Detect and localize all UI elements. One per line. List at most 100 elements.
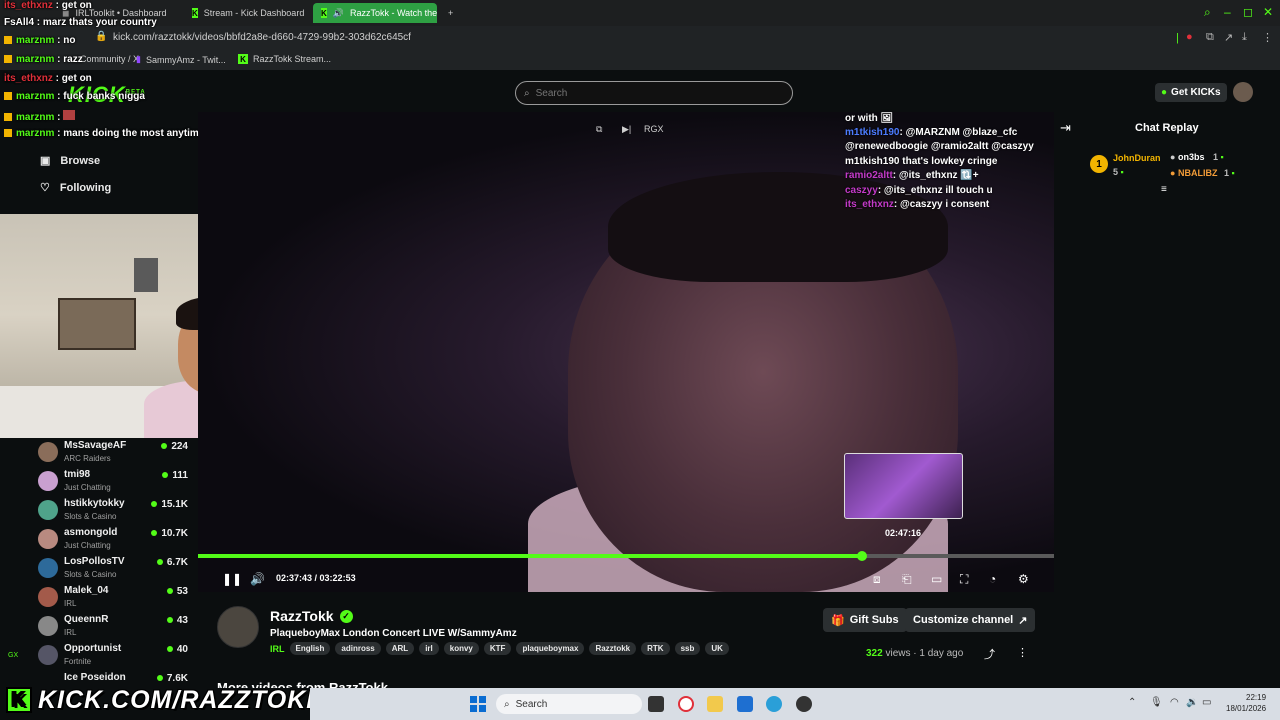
menu-dots-icon[interactable]: ⋮: [1262, 31, 1273, 44]
tag[interactable]: plaqueboymax: [516, 642, 585, 655]
url-field[interactable]: kick.com/razztokk/videos/bbfd2a8e-d660-4…: [113, 32, 411, 43]
channel-avatar[interactable]: [217, 606, 259, 648]
recipient-item[interactable]: ● NBALIBZ 1 ▪: [1170, 168, 1235, 178]
nav-following[interactable]: ♡ Following: [40, 181, 111, 195]
pause-icon[interactable]: ❚❚: [222, 572, 242, 586]
tray-chevron-icon[interactable]: ⌃: [1128, 697, 1136, 708]
tab-kick-dashboard[interactable]: K Stream - Kick Dashboard: [184, 3, 308, 23]
maximize-icon[interactable]: ◻: [1243, 5, 1253, 19]
clip-icon[interactable]: ⎗: [902, 572, 912, 587]
opera-icon[interactable]: [678, 696, 694, 712]
following-item[interactable]: QueennR IRL 43: [38, 612, 188, 641]
close-icon[interactable]: ✕: [1263, 5, 1273, 19]
fullscreen-icon[interactable]: ⛶: [960, 572, 968, 587]
following-item[interactable]: Malek_04 IRL 53: [38, 583, 188, 612]
store-icon[interactable]: [737, 696, 753, 712]
share-icon[interactable]: ⤴: [984, 646, 995, 662]
channel-name[interactable]: RazzTokk ✓: [270, 608, 353, 624]
tab-razztokk[interactable]: K 🔊 RazzTokk - Watch the: [313, 3, 437, 23]
tag[interactable]: UK: [705, 642, 729, 655]
theater-mode-icon[interactable]: ▭: [931, 572, 942, 586]
overlay-chat-line: its_ethxnz : get on: [4, 73, 92, 84]
speed-icon[interactable]: ◔: [989, 572, 996, 586]
chat-replay-panel: [1054, 112, 1280, 688]
clock[interactable]: 22:19 18/01/2026: [1226, 692, 1266, 714]
gifter-name[interactable]: JohnDuran: [1113, 153, 1161, 163]
volume-icon[interactable]: 🔊: [250, 572, 265, 586]
popout-icon[interactable]: ⧉: [596, 124, 602, 135]
following-item[interactable]: Opportunist Fortnite 40: [38, 641, 188, 670]
file-explorer-icon[interactable]: [707, 696, 723, 712]
gift-subs-button[interactable]: 🎁 Gift Subs: [823, 608, 907, 632]
avatar: [38, 500, 58, 520]
tag[interactable]: RTK: [641, 642, 670, 655]
customize-channel-button[interactable]: Customize channel ↗: [905, 608, 1036, 632]
following-item[interactable]: hstikkytokky Slots & Casino 15.1K: [38, 496, 188, 525]
download-icon[interactable]: ⤓: [1242, 31, 1247, 44]
tag[interactable]: Razztokk: [589, 642, 637, 655]
edge-icon[interactable]: [766, 696, 782, 712]
bookmark-razztokk[interactable]: K RazzTokk Stream...: [238, 54, 331, 64]
skip-icon[interactable]: ▶|: [622, 124, 631, 135]
following-item[interactable]: MsSavageAF ARC Raiders 224: [38, 438, 188, 467]
live-dot-icon: [156, 675, 163, 681]
search-icon[interactable]: ⌕: [1204, 5, 1211, 20]
crown-badge-icon: [4, 113, 12, 122]
live-dot-icon: [151, 530, 158, 536]
collapse-chat-icon[interactable]: ⇥: [1060, 120, 1071, 136]
tag[interactable]: English: [289, 642, 331, 655]
tag[interactable]: ssb: [674, 642, 701, 655]
taskbar-search[interactable]: ⌕ Search: [496, 694, 642, 714]
task-view-icon[interactable]: [648, 696, 664, 712]
tag[interactable]: KTF: [483, 642, 512, 655]
following-item[interactable]: Ice Poseidon 7.6K: [38, 670, 188, 684]
tag[interactable]: ARL: [385, 642, 415, 655]
battery-icon[interactable]: ▭: [1202, 697, 1211, 708]
recipient-item[interactable]: ● on3bs 1 ▪: [1170, 152, 1224, 162]
extensions-icon[interactable]: ⧉: [1206, 31, 1214, 44]
wifi-icon[interactable]: ◠: [1170, 697, 1179, 708]
speaker-icon[interactable]: 🔉: [1186, 697, 1198, 708]
search-input[interactable]: [535, 87, 756, 99]
verified-icon: ✓: [339, 609, 353, 623]
following-item[interactable]: tmi98 Just Chatting 111: [38, 467, 188, 496]
live-dot-icon: [166, 588, 173, 594]
video-player[interactable]: [198, 112, 1054, 592]
microphone-icon[interactable]: 🎙: [1150, 697, 1163, 708]
tag[interactable]: konvy: [443, 642, 479, 655]
tag[interactable]: irl: [419, 642, 439, 655]
left-badge: GX: [8, 652, 19, 659]
windows-start-icon[interactable]: [470, 696, 486, 712]
kicks-coin-icon: ●: [1161, 87, 1168, 98]
user-avatar[interactable]: [1233, 82, 1253, 102]
gifter-count: 5 ▪: [1113, 167, 1124, 177]
progress-handle[interactable]: [857, 551, 867, 561]
following-item[interactable]: LosPollosTV Slots & Casino 6.7K: [38, 554, 188, 583]
following-item[interactable]: asmongold Just Chatting 10.7K: [38, 525, 188, 554]
new-tab-button[interactable]: +: [440, 3, 461, 23]
bookmark-sammyamz[interactable]: ▮ SammyAmz - Twit...: [136, 54, 226, 65]
rank-badge: 1: [1090, 155, 1108, 173]
live-dot-icon: [166, 646, 173, 652]
time-display: 02:37:43 / 03:22:53: [276, 573, 356, 583]
search-bar[interactable]: ⌕: [515, 81, 793, 105]
nav-browse[interactable]: ▣ Browse: [40, 154, 100, 168]
crown-badge-icon: [4, 36, 12, 45]
adblock-icon[interactable]: ●: [1186, 31, 1193, 43]
tag[interactable]: adinross: [335, 642, 381, 655]
category-link[interactable]: IRL: [270, 644, 285, 654]
get-kicks-button[interactable]: ● Get KICKs: [1155, 83, 1227, 102]
video-chat-line: caszyy: @its_ethxnz ill touch u: [845, 185, 993, 196]
obs-icon[interactable]: [796, 696, 812, 712]
more-options-icon[interactable]: ⋮: [1017, 646, 1028, 659]
gift-icon: ●: [1170, 152, 1176, 162]
divider-icon: |: [1176, 32, 1179, 44]
filter-icon[interactable]: ≡: [1161, 184, 1167, 195]
video-chat-line: @renewedboogie @ramio2altt @caszyy: [845, 141, 1034, 152]
bookmark-community[interactable]: Community / X: [80, 54, 139, 64]
settings-gear-icon[interactable]: ⚙: [1018, 572, 1029, 586]
share-icon[interactable]: ↗: [1224, 31, 1233, 44]
miniplayer-icon[interactable]: ⧈: [873, 572, 881, 587]
overlay-chat-line: marznm :: [4, 110, 76, 123]
minimize-icon[interactable]: –: [1224, 5, 1231, 19]
